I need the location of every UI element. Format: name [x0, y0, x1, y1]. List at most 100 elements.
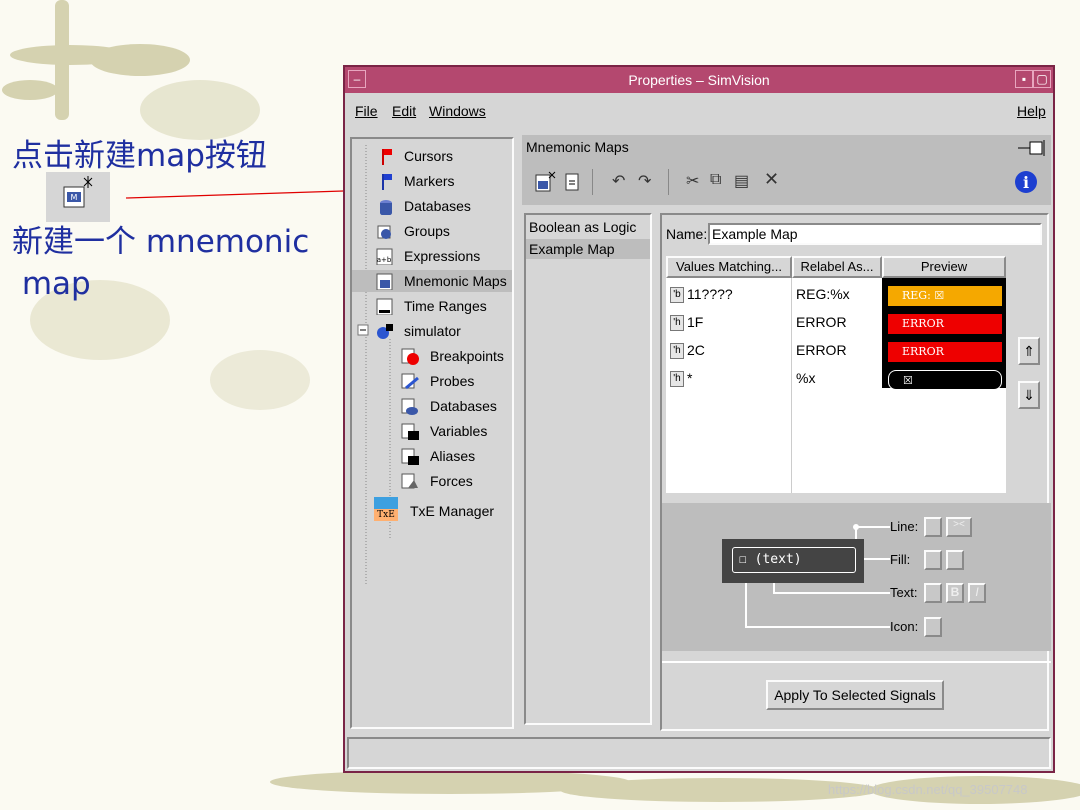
pane-title: Mnemonic Maps [526, 139, 629, 155]
properties-tree: Cursors Markers Databases Groups a+b Exp… [350, 137, 514, 729]
legend-text-label: Text: [890, 585, 918, 600]
marker-flag-icon [382, 174, 392, 190]
fill-color-swatch[interactable] [924, 550, 942, 570]
groups-icon [377, 225, 391, 239]
col-preview[interactable]: Preview [882, 256, 1006, 278]
legend-fill-label: Fill: [890, 552, 911, 567]
col-values-matching[interactable]: Values Matching... [666, 256, 792, 278]
probe-icon [401, 373, 419, 390]
map-name-input[interactable]: Example Map [708, 223, 1042, 245]
menu-edit[interactable]: Edit [392, 103, 416, 119]
menu-bar: File Edit Windows Help [345, 95, 1053, 125]
new-map-icon: M [63, 176, 93, 208]
minimize-button[interactable]: ▪ [1015, 70, 1033, 88]
menu-file[interactable]: File [355, 103, 378, 119]
alias-icon [401, 448, 419, 465]
menu-help[interactable]: Help [1017, 103, 1046, 119]
table-row[interactable]: 'h 2C [670, 342, 705, 360]
apply-separator [662, 661, 1051, 663]
tree-item-breakpoints[interactable]: Breakpoints [400, 345, 512, 367]
simulator-icon [377, 324, 393, 339]
tree-item-sim-databases[interactable]: Databases [400, 395, 512, 417]
preview-swatch: REG: ☒ [888, 286, 1002, 306]
preview-swatch: ERROR [888, 342, 1002, 362]
title-bar[interactable]: – Properties – SimVision ▪ ▢ [345, 67, 1053, 93]
properties-window: – Properties – SimVision ▪ ▢ File Edit W… [343, 65, 1055, 773]
new-map-button-callout: M [46, 172, 110, 222]
tree-item-time-ranges[interactable]: Time Ranges [374, 295, 514, 317]
map-editor: Name: Example Map Values Matching... Rel… [660, 213, 1051, 731]
tree-item-groups[interactable]: Groups [374, 220, 514, 242]
svg-text:a+b: a+b [377, 256, 392, 264]
tree-item-markers[interactable]: Markers [374, 170, 514, 192]
watermark: https://blog.csdn.net/qq_39507748 [828, 782, 1028, 797]
pane-header: Mnemonic Maps [522, 135, 1051, 159]
table-row[interactable]: 'h 1F [670, 314, 703, 332]
info-icon[interactable]: i [1014, 170, 1038, 194]
tree-item-expressions[interactable]: a+b Expressions [374, 245, 514, 267]
relabel-cell[interactable]: REG:%x [796, 286, 850, 302]
relabel-cell[interactable]: %x [796, 370, 815, 386]
tree-item-simulator[interactable]: simulator [374, 320, 514, 342]
delete-icon[interactable]: ✕ [764, 169, 779, 190]
window-title: Properties – SimVision [628, 72, 770, 88]
maximize-button[interactable]: ▢ [1033, 70, 1051, 88]
svg-text:M: M [71, 193, 78, 202]
preview-column: REG: ☒ ERROR ERROR ☒ [882, 278, 1006, 390]
table-row[interactable]: 'h * [670, 370, 692, 388]
radix-tag[interactable]: 'b [670, 287, 684, 304]
redo-icon[interactable]: ↷ [638, 171, 651, 191]
tree-item-cursors[interactable]: Cursors [374, 145, 514, 167]
legend-demo-signal: ☐ (text) [722, 539, 864, 583]
annotation-text-1: 点击新建map按钮 [12, 138, 267, 174]
undo-icon[interactable]: ↶ [612, 171, 625, 191]
toolbar-separator-2 [668, 169, 669, 195]
expression-icon: a+b [376, 248, 393, 265]
paste-icon[interactable]: ▤ [734, 171, 749, 191]
radix-tag[interactable]: 'h [670, 371, 684, 388]
line-style-swatch[interactable]: >< [946, 517, 972, 537]
pin-icon[interactable] [1016, 138, 1050, 156]
icon-swatch[interactable] [924, 617, 942, 637]
fill-pattern-swatch[interactable] [946, 550, 964, 570]
map-item-example-map[interactable]: Example Map [526, 239, 650, 259]
database-icon [380, 200, 392, 215]
table-row[interactable]: 'b 11???? [670, 286, 733, 304]
database-icon [401, 398, 418, 415]
map-list: Boolean as Logic Example Map [524, 213, 652, 725]
map-item-boolean-as-logic[interactable]: Boolean as Logic [526, 217, 650, 237]
new-map-icon[interactable] [534, 171, 556, 193]
new-row-icon[interactable] [564, 171, 582, 193]
line-color-swatch[interactable] [924, 517, 942, 537]
tree-item-mnemonic-maps[interactable]: Mnemonic Maps [352, 270, 512, 292]
tree-item-databases[interactable]: Databases [374, 195, 514, 217]
cut-icon[interactable]: ✂ [686, 171, 699, 191]
relabel-cell[interactable]: ERROR [796, 342, 847, 358]
tree-item-txe-manager[interactable]: TxE TxE Manager [374, 497, 514, 525]
tree-item-variables[interactable]: Variables [400, 420, 512, 442]
col-relabel-as[interactable]: Relabel As... [792, 256, 882, 278]
svg-text:TxE: TxE [377, 510, 395, 520]
legend-icon-label: Icon: [890, 619, 919, 634]
apply-to-selected-signals-button[interactable]: Apply To Selected Signals [766, 680, 944, 710]
preview-swatch: ☒ [888, 370, 1002, 390]
text-color-swatch[interactable] [924, 583, 942, 603]
radix-tag[interactable]: 'h [670, 343, 684, 360]
relabel-cell[interactable]: ERROR [796, 314, 847, 330]
move-down-button[interactable]: ⇓ [1018, 381, 1040, 409]
italic-toggle[interactable]: I [968, 583, 986, 603]
mnemonic-map-icon [376, 273, 393, 290]
move-up-button[interactable]: ⇑ [1018, 337, 1040, 365]
tree-item-probes[interactable]: Probes [400, 370, 512, 392]
pane-toolbar: ↶ ↷ ✂ ⧉ ▤ ✕ i [522, 159, 1051, 205]
tree-item-forces[interactable]: Forces [400, 470, 512, 492]
variable-icon [401, 423, 419, 440]
radix-tag[interactable]: 'h [670, 315, 684, 332]
format-legend: ☐ (text) Line: >< Fill: Text: B I Icon: [662, 503, 1051, 651]
tree-item-aliases[interactable]: Aliases [400, 445, 512, 467]
copy-icon[interactable]: ⧉ [710, 171, 721, 189]
mapping-table: Values Matching... Relabel As... Preview… [666, 256, 1006, 493]
annotation-text-2: 新建一个 mnemonic [12, 224, 310, 260]
menu-windows[interactable]: Windows [429, 103, 486, 119]
bold-toggle[interactable]: B [946, 583, 964, 603]
